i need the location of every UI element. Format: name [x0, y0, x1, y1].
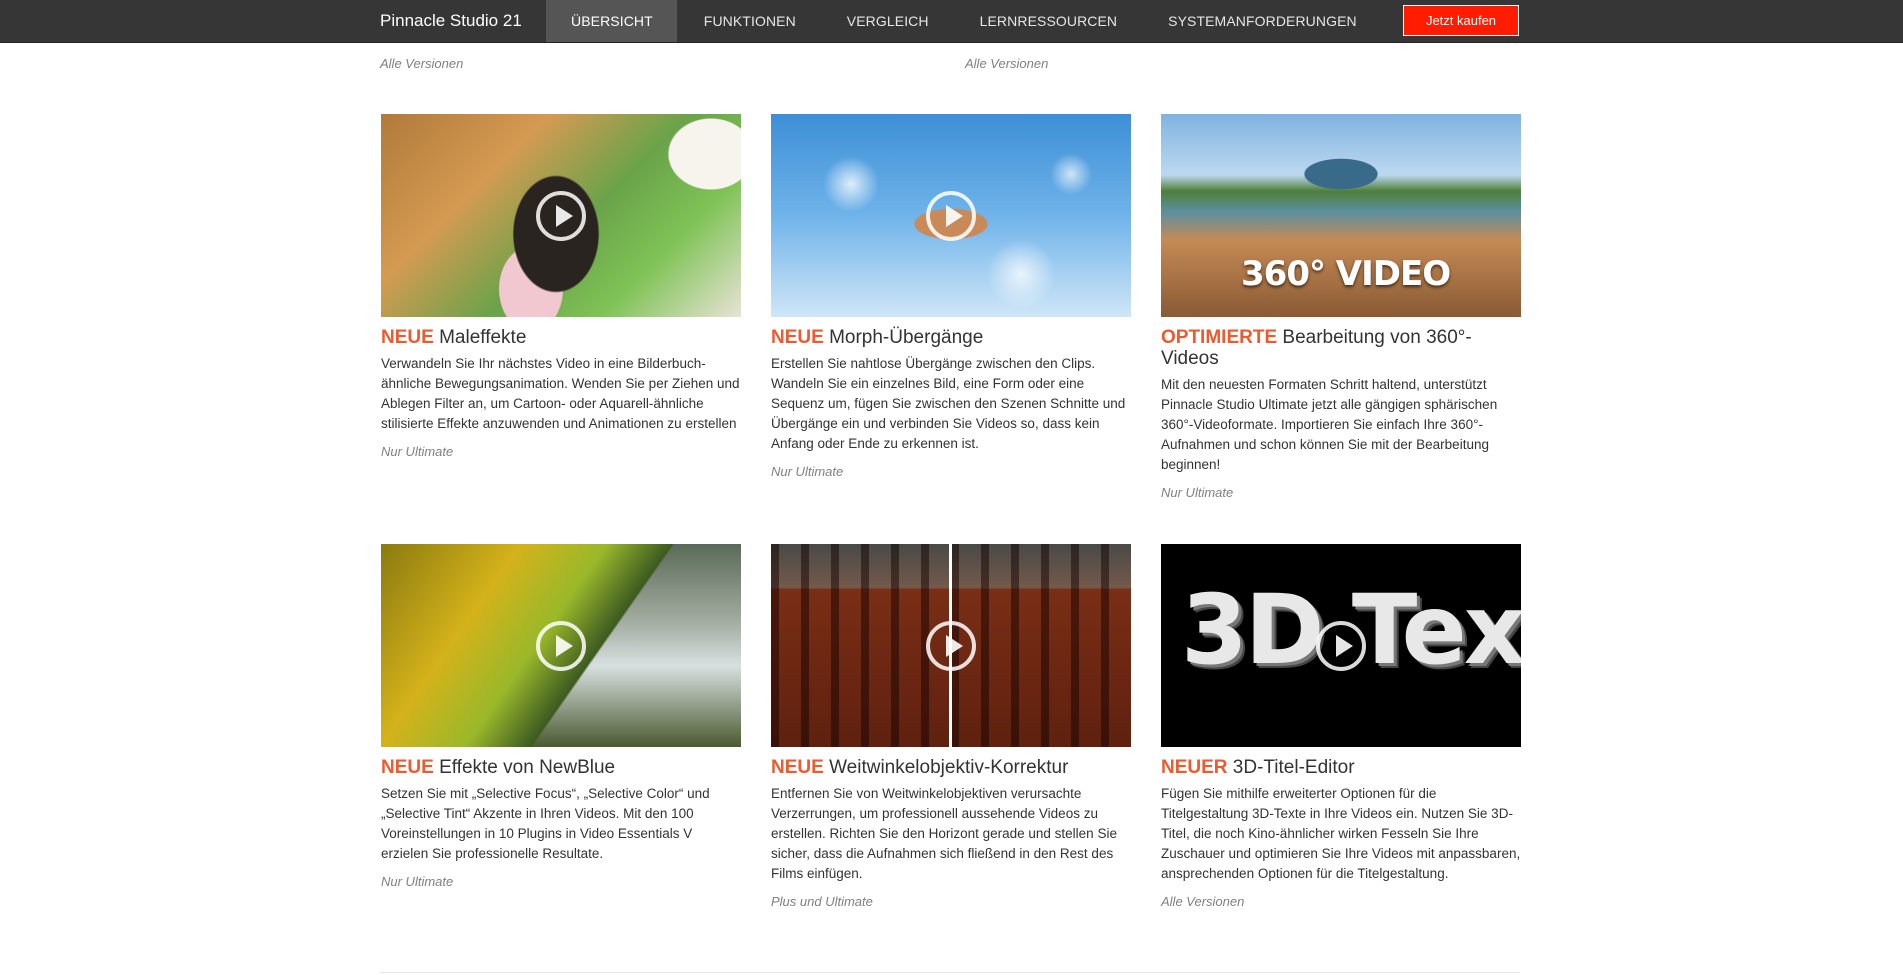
feature-card-3d-title-editor: 3D Text NEUER 3D-Titel-Editor Fügen Sie …: [1161, 544, 1521, 909]
version-note: Nur Ultimate: [771, 464, 844, 479]
video-thumbnail[interactable]: [381, 114, 741, 317]
play-icon[interactable]: [926, 620, 976, 671]
feature-card-wide-angle-correction: NEUE Weitwinkelobjektiv-Korrektur Entfer…: [771, 544, 1131, 909]
nav-item-vergleich[interactable]: VERGLEICH: [822, 0, 953, 42]
nav-item-lernressourcen[interactable]: LERNRESSOURCEN: [955, 0, 1142, 42]
feature-description: Erstellen Sie nahtlose Übergänge zwische…: [771, 356, 1126, 451]
video-thumbnail[interactable]: [771, 114, 1131, 317]
version-note: Alle Versionen: [965, 56, 1049, 71]
feature-description: Entfernen Sie von Weitwinkelobjektiven v…: [771, 786, 1117, 881]
feature-description: Verwandeln Sie Ihr nächstes Video in ein…: [381, 356, 740, 431]
thumbnail-caption: 360° VIDEO: [1241, 254, 1451, 294]
nav-item-uebersicht[interactable]: ÜBERSICHT: [546, 0, 677, 42]
version-note: Nur Ultimate: [381, 874, 454, 889]
version-note: Nur Ultimate: [381, 444, 454, 459]
feature-description: Fügen Sie mithilfe erweiterter Optionen …: [1161, 786, 1521, 881]
feature-title: NEUE Weitwinkelobjektiv-Korrektur: [771, 757, 1069, 778]
feature-title: NEUE Effekte von NewBlue: [381, 757, 616, 778]
top-navigation-bar: Pinnacle Studio 21 ÜBERSICHT FUNKTIONEN …: [0, 0, 1903, 43]
feature-card-360-video: 360° VIDEO OPTIMIERTE Bearbeitung von 36…: [1161, 114, 1521, 500]
feature-title: OPTIMIERTE Bearbeitung von 360°-Videos: [1161, 327, 1472, 369]
version-note: Plus und Ultimate: [771, 894, 873, 909]
version-note: Nur Ultimate: [1161, 485, 1234, 500]
feature-title: NEUE Morph-Übergänge: [771, 327, 984, 348]
feature-card-morph-transitions: NEUE Morph-Übergänge Erstellen Sie nahtl…: [771, 114, 1131, 479]
play-icon[interactable]: [536, 190, 586, 241]
play-icon[interactable]: [926, 190, 976, 241]
feature-title: NEUER 3D-Titel-Editor: [1161, 757, 1355, 778]
video-thumbnail[interactable]: [771, 544, 1131, 747]
brand-title[interactable]: Pinnacle Studio 21: [380, 0, 522, 42]
nav-menu: ÜBERSICHT FUNKTIONEN VERGLEICH LERNRESSO…: [546, 0, 1381, 42]
version-note: Alle Versionen: [1161, 894, 1245, 909]
play-icon[interactable]: [1316, 620, 1366, 671]
feature-description: Mit den neuesten Formaten Schritt halten…: [1161, 377, 1498, 472]
play-icon[interactable]: [536, 620, 586, 671]
video-thumbnail[interactable]: 3D Text: [1161, 544, 1521, 747]
video-thumbnail[interactable]: [381, 544, 741, 747]
feature-description: Setzen Sie mit „Selective Focus“, „Selec…: [381, 786, 710, 861]
feature-title: NEUE Maleffekte: [381, 327, 527, 348]
feature-card-newblue-effects: NEUE Effekte von NewBlue Setzen Sie mit …: [381, 544, 741, 889]
buy-now-button[interactable]: Jetzt kaufen: [1403, 5, 1519, 36]
feature-card-paint-effects: NEUE Maleffekte Verwandeln Sie Ihr nächs…: [381, 114, 741, 459]
section-divider: [380, 972, 1520, 973]
nav-item-systemanforderungen[interactable]: SYSTEMANFORDERUNGEN: [1143, 0, 1381, 42]
version-note: Alle Versionen: [380, 56, 464, 71]
nav-item-funktionen[interactable]: FUNKTIONEN: [679, 0, 820, 42]
video-thumbnail[interactable]: 360° VIDEO: [1161, 114, 1521, 317]
